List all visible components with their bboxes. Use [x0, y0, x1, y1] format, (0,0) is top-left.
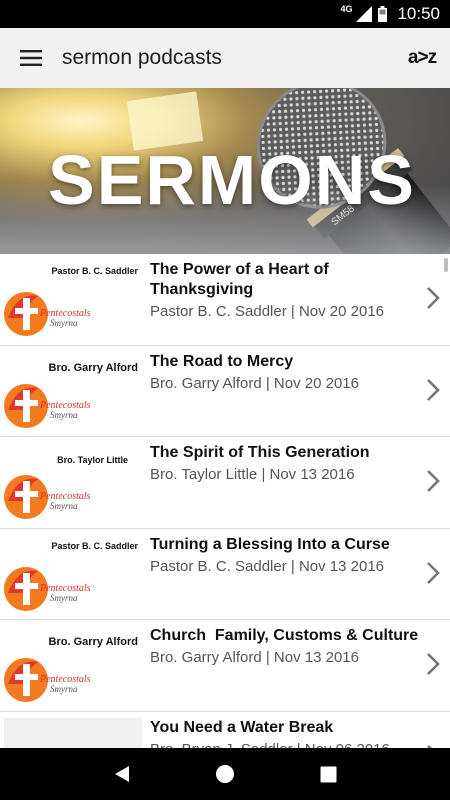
- scrollbar[interactable]: [444, 258, 448, 272]
- screen: 4G 10:50 sermon podcasts a>z SERMONS Pas…: [0, 0, 450, 800]
- thumbnail-speaker: Bro. Garry Alford: [48, 361, 138, 374]
- recents-square-icon: [320, 766, 337, 782]
- church-logo-icon: Pentecostals Smyrna: [4, 383, 91, 428]
- sermon-title: The Road to Mercy: [150, 352, 294, 370]
- sermon-title: The Spirit of This Generation: [150, 444, 370, 461]
- home-button[interactable]: [205, 754, 245, 794]
- svg-text:Smyrna: Smyrna: [50, 318, 78, 328]
- sermon-title: You Need a Water Break: [150, 718, 334, 736]
- signal-icon: [356, 6, 373, 22]
- sermon-subtitle: Bro. Garry Alford | Nov 13 2016: [150, 649, 359, 666]
- chevron-right-icon: [427, 561, 440, 584]
- thumbnail-speaker: Bro. Garry Alford: [48, 636, 138, 648]
- sermon-subtitle: Bro. Taylor Little | Nov 13 2016: [150, 466, 355, 483]
- chevron-right-icon: [427, 378, 440, 401]
- thumbnail-speaker: Bro. Taylor Little: [57, 455, 128, 465]
- battery-icon: [378, 6, 388, 22]
- chevron-right-icon: [427, 470, 440, 492]
- sermons-banner: SM58 SERMONS: [0, 88, 450, 254]
- network-type: 4G: [340, 4, 353, 14]
- app-bar: sermon podcasts a>z: [0, 28, 450, 88]
- clock: 10:50: [397, 4, 440, 23]
- list-item[interactable]: Bro. Taylor Little Pentecostals Smyrna T…: [0, 437, 450, 529]
- sermon-subtitle: Pastor B. C. Saddler | Nov 20 2016: [150, 303, 385, 320]
- list-item[interactable]: Pastor B. C. Saddler Pentecostals Smyrna…: [0, 529, 450, 620]
- church-logo-icon: Pentecostals Smyrna: [4, 658, 91, 702]
- sermon-thumbnail: Pastor B. C. Saddler Pentecostals Smyrna: [0, 254, 150, 344]
- sermon-thumbnail: [0, 712, 150, 748]
- sermon-title: Turning a Blessing Into a Curse: [150, 535, 390, 553]
- sermon-thumbnail: Pastor B. C. Saddler Pentecostals Smyrna: [0, 529, 150, 619]
- list-item[interactable]: Pastor B. C. Saddler Pentecostals Smyrna…: [0, 254, 450, 346]
- sermon-subtitle: Bro. Bryan J. Saddler | Nov 06 2016: [150, 740, 416, 749]
- page-title: sermon podcasts: [62, 46, 222, 69]
- sermon-thumbnail: Bro. Garry Alford Pentecostals Smyrna: [0, 346, 150, 436]
- thumbnail-speaker: Pastor B. C. Saddler: [51, 540, 138, 551]
- chevron-right-icon: [427, 287, 440, 309]
- sermon-subtitle: Pastor B. C. Saddler | Nov 13 2016: [150, 557, 385, 575]
- church-logo-icon: Pentecostals Smyrna: [4, 566, 91, 611]
- recents-button[interactable]: [308, 754, 348, 794]
- banner-title: SERMONS: [48, 141, 416, 219]
- svg-text:Smyrna: Smyrna: [50, 593, 78, 603]
- chevron-right-icon: [427, 653, 440, 675]
- sermon-title: Church Family, Customs & Culture: [150, 627, 419, 644]
- svg-text:Smyrna: Smyrna: [50, 410, 78, 420]
- sermon-list: Pastor B. C. Saddler Pentecostals Smyrna…: [0, 254, 450, 748]
- sermon-thumbnail: Bro. Taylor Little Pentecostals Smyrna: [0, 437, 150, 527]
- status-bar: 4G 10:50: [0, 0, 450, 28]
- thumbnail-speaker: Pastor B. C. Saddler: [51, 266, 138, 276]
- navigation-bar: [0, 748, 450, 800]
- church-logo-icon: Pentecostals Smyrna: [4, 475, 91, 519]
- church-logo-icon: Pentecostals Smyrna: [4, 292, 91, 336]
- list-item[interactable]: Bro. Garry Alford Pentecostals Smyrna Th…: [0, 346, 450, 437]
- back-triangle-icon: [114, 766, 129, 782]
- list-item[interactable]: Bro. Garry Alford Pentecostals Smyrna Ch…: [0, 620, 450, 712]
- thumbnail-placeholder: [4, 717, 142, 748]
- hamburger-menu-icon: [20, 50, 42, 66]
- home-circle-icon: [215, 765, 234, 783]
- svg-text:Smyrna: Smyrna: [50, 501, 78, 511]
- svg-text:Smyrna: Smyrna: [50, 684, 78, 694]
- sort-az-button[interactable]: a>z: [394, 28, 450, 88]
- sermon-title: The Power of a Heart of Thanksgiving: [150, 261, 329, 298]
- list-item[interactable]: You Need a Water Break Bro. Bryan J. Sad…: [0, 712, 450, 749]
- sermon-subtitle: Bro. Garry Alford | Nov 20 2016: [150, 374, 359, 392]
- back-button[interactable]: [102, 754, 142, 794]
- sermon-thumbnail: Bro. Garry Alford Pentecostals Smyrna: [0, 620, 150, 710]
- menu-button[interactable]: [0, 28, 62, 88]
